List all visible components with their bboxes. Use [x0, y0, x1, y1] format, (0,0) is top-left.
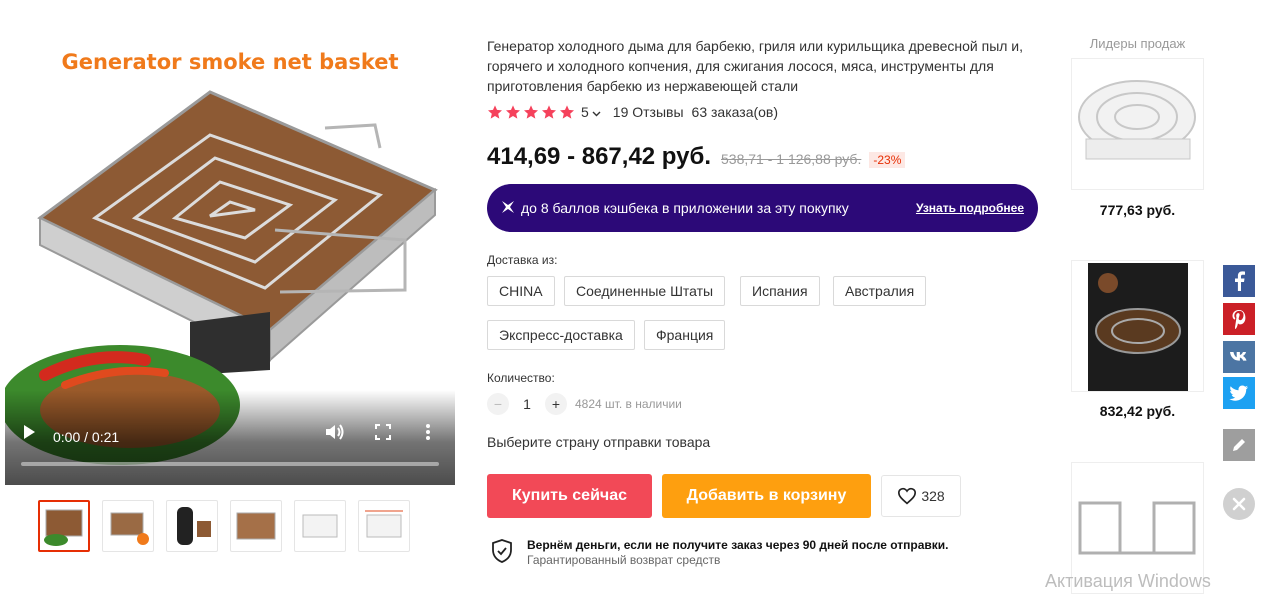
pencil-icon [1233, 439, 1245, 451]
bestsellers-title: Лидеры продаж [1089, 36, 1186, 51]
quantity-label: Количество: [487, 371, 555, 385]
video-progress-bar[interactable] [21, 462, 439, 466]
bestseller-image [1088, 263, 1188, 391]
thumbnail[interactable] [102, 500, 154, 552]
pinterest-share-button[interactable] [1223, 303, 1255, 335]
promo-title: Generator smoke net basket [61, 50, 399, 74]
rating-value[interactable]: 5 [581, 104, 589, 120]
facebook-icon [1235, 271, 1245, 291]
edit-share-button[interactable] [1223, 429, 1255, 461]
bestseller-image [1078, 80, 1196, 160]
guarantee-title: Вернём деньги, если не получите заказ че… [527, 538, 949, 552]
cashback-banner[interactable]: до 8 баллов кэшбека в приложении за эту … [487, 184, 1038, 232]
twitter-icon [1229, 385, 1248, 401]
cashback-text: до 8 баллов кэшбека в приложении за эту … [521, 200, 849, 216]
fullscreen-icon[interactable] [375, 424, 391, 445]
ship-option[interactable]: Франция [644, 320, 726, 350]
guarantee-subtitle: Гарантированный возврат средств [527, 553, 721, 567]
pinterest-icon [1232, 310, 1246, 329]
wishlist-button[interactable]: 328 [881, 475, 961, 517]
add-to-cart-button[interactable]: Добавить в корзину [662, 474, 871, 518]
buy-now-button[interactable]: Купить сейчас [487, 474, 652, 518]
close-share-button[interactable] [1223, 488, 1255, 520]
heart-icon [898, 487, 917, 505]
wishlist-count: 328 [921, 488, 945, 504]
windows-activation-watermark: Активация Windows [1045, 571, 1211, 591]
thumbnail[interactable] [294, 500, 346, 552]
video-time: 0:00 / 0:21 [53, 429, 120, 445]
star-icon [542, 105, 556, 119]
bestseller-card[interactable] [1071, 260, 1204, 392]
bestseller-price[interactable]: 777,63 руб. [1070, 202, 1205, 218]
quantity-stepper: − 1 + 4824 шт. в наличии [487, 393, 682, 415]
thumbnail[interactable] [358, 500, 410, 552]
ship-option[interactable]: Испания [740, 276, 820, 306]
vk-icon [1230, 352, 1247, 361]
cashback-learn-more-link[interactable]: Узнать подробнее [916, 201, 1024, 215]
shipping-label: Доставка из: [487, 253, 558, 267]
quantity-value[interactable]: 1 [509, 396, 545, 412]
shield-check-icon [491, 538, 513, 569]
price-row: 414,69 - 867,42 руб. 538,71 - 1 126,88 р… [487, 143, 906, 171]
star-icon [560, 105, 574, 119]
star-icon [506, 105, 520, 119]
orders-count: 63 заказа(ов) [691, 104, 779, 120]
product-title: Генератор холодного дыма для барбекю, гр… [487, 38, 1024, 94]
rating-row: 5 19 Отзывы 63 заказа(ов) [487, 104, 778, 120]
thumbnail[interactable] [166, 500, 218, 552]
close-icon [1232, 497, 1246, 511]
star-icon [524, 105, 538, 119]
shipping-country-hint: Выберите страну отправки товара [487, 434, 711, 450]
more-options-icon[interactable] [425, 423, 431, 446]
reviews-link[interactable]: 19 Отзывы [613, 104, 684, 120]
old-price: 538,71 - 1 126,88 руб. [721, 151, 862, 167]
buyer-guarantee: Вернём деньги, если не получите заказ че… [491, 538, 949, 569]
rating-stars [487, 104, 575, 120]
twitter-share-button[interactable] [1223, 377, 1255, 409]
thumbnail[interactable] [38, 500, 90, 552]
current-price: 414,69 - 867,42 руб. [487, 143, 711, 170]
quantity-decrease-button[interactable]: − [487, 393, 509, 415]
cashback-icon [501, 200, 515, 217]
quantity-increase-button[interactable]: + [545, 393, 567, 415]
volume-icon[interactable] [325, 423, 345, 446]
thumbnail-strip [38, 500, 410, 552]
facebook-share-button[interactable] [1223, 265, 1255, 297]
vk-share-button[interactable] [1223, 341, 1255, 373]
stock-count: 4824 шт. в наличии [575, 397, 682, 411]
product-video[interactable]: Generator smoke net basket 0:00 / 0:21 [5, 30, 455, 485]
video-controls: 0:00 / 0:21 [5, 390, 455, 485]
star-icon [488, 105, 502, 119]
ship-option[interactable]: Австралия [833, 276, 927, 306]
play-icon[interactable] [22, 424, 36, 445]
chevron-down-icon[interactable] [592, 104, 601, 120]
bestseller-price[interactable]: 832,42 руб. [1070, 403, 1205, 419]
bestseller-card[interactable] [1071, 58, 1204, 190]
discount-badge: -23% [869, 152, 906, 168]
thumbnail[interactable] [230, 500, 282, 552]
ship-option[interactable]: Соединенные Штаты [564, 276, 726, 306]
ship-option[interactable]: CHINA [487, 276, 555, 306]
ship-option[interactable]: Экспресс-доставка [487, 320, 635, 350]
